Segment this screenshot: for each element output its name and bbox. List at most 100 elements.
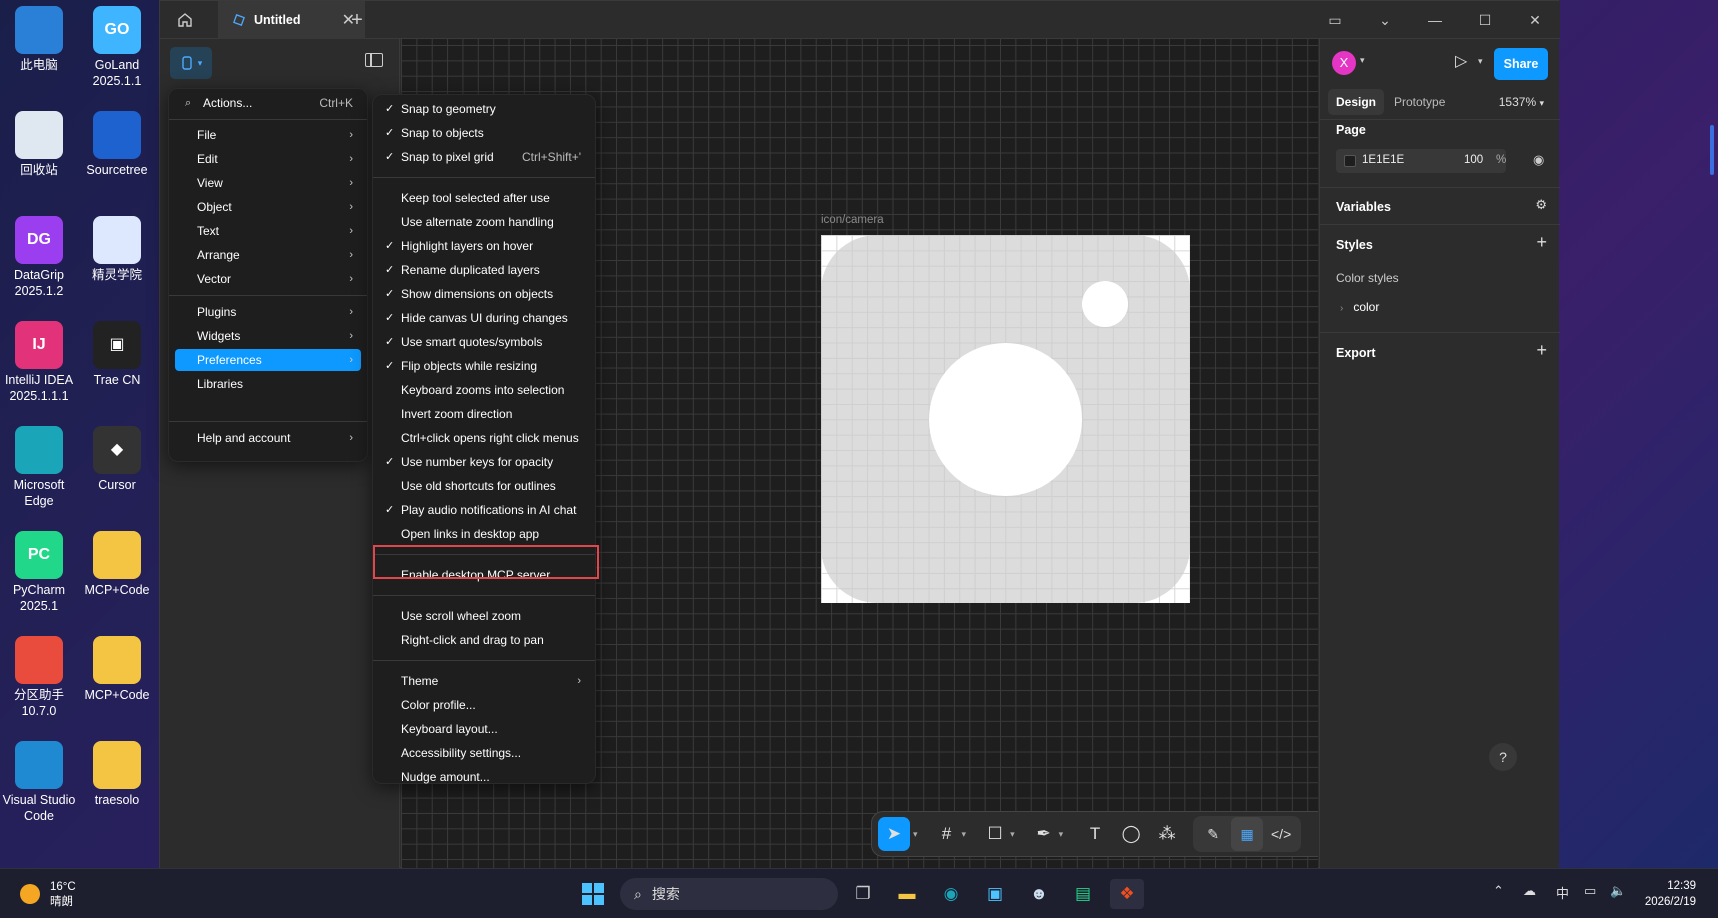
maximize-icon[interactable]: ☐ bbox=[1460, 1, 1510, 39]
pref-ctrl-click-opens-right-click-menus[interactable]: Ctrl+click opens right click menus bbox=[379, 427, 589, 449]
avatar[interactable]: X bbox=[1332, 51, 1356, 75]
weather-widget[interactable]: 16°C 晴朗 bbox=[50, 880, 76, 910]
pen-tool-icon[interactable]: ✒ bbox=[1030, 817, 1058, 851]
desktop-icon[interactable]: 精灵学院 bbox=[78, 216, 156, 283]
file-explorer-icon[interactable]: ▬ bbox=[892, 879, 922, 909]
pref-snap-to-pixel-grid[interactable]: ✓ Snap to pixel grid Ctrl+Shift+' bbox=[379, 146, 589, 168]
dev-mode-icon[interactable]: </> bbox=[1265, 817, 1297, 851]
eye-icon[interactable]: ◉ bbox=[1533, 152, 1544, 168]
pref-flip-objects-while-resizing[interactable]: ✓ Flip objects while resizing bbox=[379, 355, 589, 377]
actions-search[interactable]: ⌕ Actions... Ctrl+K bbox=[175, 92, 361, 114]
menu-item-view[interactable]: View › bbox=[175, 172, 361, 194]
menu-item-file[interactable]: File › bbox=[175, 124, 361, 146]
desktop-icon[interactable]: GO GoLand 2025.1.1 bbox=[78, 6, 156, 89]
pref-keyboard-layout[interactable]: Keyboard layout... bbox=[379, 718, 589, 740]
help-button[interactable]: ? bbox=[1489, 743, 1517, 771]
chevron-down-icon[interactable]: ▾ bbox=[1478, 56, 1483, 67]
desktop-icon[interactable]: 回收站 bbox=[0, 111, 78, 178]
desktop-icon[interactable]: PC PyCharm 2025.1 bbox=[0, 531, 78, 614]
pref-use-number-keys-for-opacity[interactable]: ✓ Use number keys for opacity bbox=[379, 451, 589, 473]
menu-item-edit[interactable]: Edit › bbox=[175, 148, 361, 170]
menu-item-vector[interactable]: Vector › bbox=[175, 268, 361, 290]
page-opacity-value[interactable]: 100 bbox=[1464, 154, 1483, 166]
pref-accessibility-settings[interactable]: Accessibility settings... bbox=[379, 742, 589, 764]
add-export-icon[interactable]: + bbox=[1536, 340, 1547, 361]
save-icon[interactable]: ▭ bbox=[1310, 1, 1360, 39]
share-button[interactable]: Share bbox=[1494, 48, 1548, 80]
network-icon[interactable]: ▭ bbox=[1584, 883, 1596, 899]
desktop-icon[interactable]: 分区助手 10.7.0 bbox=[0, 636, 78, 719]
chevron-down-icon[interactable]: ▾ bbox=[1360, 55, 1365, 66]
desktop-icon[interactable]: Sourcetree bbox=[78, 111, 156, 178]
main-menu-button[interactable]: ▾ bbox=[170, 47, 212, 79]
actions-tool-icon[interactable]: ⁂ bbox=[1150, 817, 1184, 851]
pref-invert-zoom-direction[interactable]: Invert zoom direction bbox=[379, 403, 589, 425]
page-color-hex[interactable]: 1E1E1E bbox=[1362, 154, 1404, 166]
pref-open-links-in-desktop-app[interactable]: Open links in desktop app bbox=[379, 523, 589, 545]
variables-settings-icon[interactable]: ⚙ bbox=[1535, 197, 1547, 213]
weather-sun-icon[interactable] bbox=[20, 884, 40, 904]
present-play-icon[interactable]: ▷ bbox=[1455, 51, 1467, 71]
task-view-icon[interactable]: ❐ bbox=[848, 879, 878, 909]
camera-flash-shape[interactable] bbox=[1082, 281, 1128, 327]
pref-nudge-amount[interactable]: Nudge amount... bbox=[379, 766, 589, 788]
menu-item-arrange[interactable]: Arrange › bbox=[175, 244, 361, 266]
scroll-indicator[interactable] bbox=[1710, 125, 1714, 175]
color-style-group[interactable]: › color bbox=[1340, 300, 1379, 314]
pref-highlight-layers-on-hover[interactable]: ✓ Highlight layers on hover bbox=[379, 235, 589, 257]
pref-use-smart-quotes-symbols[interactable]: ✓ Use smart quotes/symbols bbox=[379, 331, 589, 353]
figma-taskbar-icon[interactable]: ❖ bbox=[1110, 879, 1144, 909]
menu-item-object[interactable]: Object › bbox=[175, 196, 361, 218]
onedrive-icon[interactable]: ☁ bbox=[1523, 883, 1536, 899]
camera-lens-shape[interactable] bbox=[929, 343, 1082, 496]
desktop-icon[interactable]: MCP+Code bbox=[78, 636, 156, 703]
trae-taskbar-icon[interactable]: ▤ bbox=[1068, 879, 1098, 909]
tab-untitled[interactable]: Untitled ✕ bbox=[218, 1, 365, 39]
volume-icon[interactable]: 🔈 bbox=[1610, 883, 1626, 899]
pref-snap-to-objects[interactable]: ✓ Snap to objects bbox=[379, 122, 589, 144]
menu-item-libraries[interactable]: Libraries bbox=[175, 373, 361, 395]
taskbar-search[interactable]: ⌕ 搜索 bbox=[620, 878, 838, 910]
desktop-icon[interactable]: traesolo bbox=[78, 741, 156, 808]
store-icon[interactable]: ▣ bbox=[980, 879, 1010, 909]
menu-item-preferences[interactable]: Preferences › bbox=[175, 349, 361, 371]
menu-item-help[interactable]: Help and account › bbox=[175, 427, 361, 449]
pref-rename-duplicated-layers[interactable]: ✓ Rename duplicated layers bbox=[379, 259, 589, 281]
minimize-icon[interactable]: — bbox=[1410, 1, 1460, 39]
desktop-icon[interactable]: MCP+Code bbox=[78, 531, 156, 598]
pref-color-profile[interactable]: Color profile... bbox=[379, 694, 589, 716]
page-color-field[interactable]: 1E1E1E 100 % bbox=[1336, 149, 1506, 173]
pref-hide-canvas-ui-during-changes[interactable]: ✓ Hide canvas UI during changes bbox=[379, 307, 589, 329]
text-tool-icon[interactable]: T bbox=[1078, 817, 1112, 851]
desktop-icon[interactable]: IJ IntelliJ IDEA 2025.1.1.1 bbox=[0, 321, 78, 404]
draw-mode-icon[interactable]: ✎ bbox=[1197, 817, 1229, 851]
menu-item-plugins[interactable]: Plugins › bbox=[175, 301, 361, 323]
desktop-icon[interactable]: ◆ Cursor bbox=[78, 426, 156, 493]
menu-item-text[interactable]: Text › bbox=[175, 220, 361, 242]
chevron-up-icon[interactable]: ⌃ bbox=[1493, 883, 1504, 899]
chevron-down-icon[interactable]: ⌄ bbox=[1360, 1, 1410, 39]
page-color-swatch[interactable] bbox=[1344, 155, 1356, 167]
pref-keep-tool-selected-after-use[interactable]: Keep tool selected after use bbox=[379, 187, 589, 209]
tab-design[interactable]: Design bbox=[1328, 89, 1385, 115]
pref-show-dimensions-on-objects[interactable]: ✓ Show dimensions on objects bbox=[379, 283, 589, 305]
close-window-icon[interactable]: ✕ bbox=[1510, 1, 1560, 39]
pref-theme[interactable]: Theme › bbox=[379, 670, 589, 692]
pref-right-click-and-drag-to-pan[interactable]: Right-click and drag to pan bbox=[379, 629, 589, 651]
desktop-icon[interactable]: Visual Studio Code bbox=[0, 741, 78, 824]
ime-indicator[interactable]: 中 bbox=[1556, 883, 1569, 902]
desktop-icon[interactable]: 此电脑 bbox=[0, 6, 78, 73]
new-tab-icon[interactable]: + bbox=[346, 9, 368, 32]
desktop-icon[interactable]: DG DataGrip 2025.1.2 bbox=[0, 216, 78, 299]
frame-label[interactable]: icon/camera bbox=[821, 214, 884, 226]
pref-use-old-shortcuts-for-outlines[interactable]: Use old shortcuts for outlines bbox=[379, 475, 589, 497]
tab-prototype[interactable]: Prototype bbox=[1386, 89, 1453, 115]
pref-snap-to-geometry[interactable]: ✓ Snap to geometry bbox=[379, 98, 589, 120]
desktop-icon[interactable]: ▣ Trae CN bbox=[78, 321, 156, 388]
edge-taskbar-icon[interactable]: ◉ bbox=[936, 879, 966, 909]
pref-use-scroll-wheel-zoom[interactable]: Use scroll wheel zoom bbox=[379, 605, 589, 627]
pref-play-audio-notifications-in-ai-chat[interactable]: ✓ Play audio notifications in AI chat bbox=[379, 499, 589, 521]
move-tool-icon[interactable]: ➤ bbox=[878, 817, 910, 851]
pref-keyboard-zooms-into-selection[interactable]: Keyboard zooms into selection bbox=[379, 379, 589, 401]
pref-use-alternate-zoom-handling[interactable]: Use alternate zoom handling bbox=[379, 211, 589, 233]
